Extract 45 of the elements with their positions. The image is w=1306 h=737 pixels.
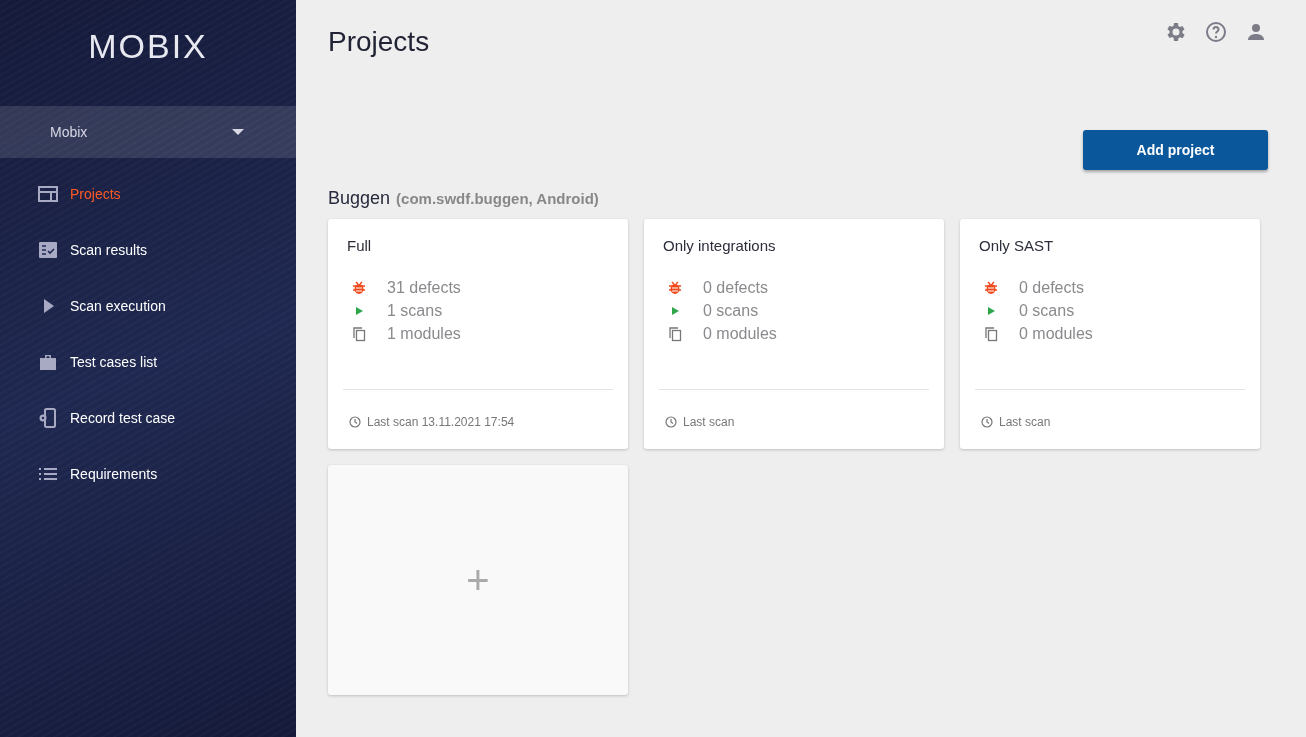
briefcase-icon xyxy=(38,352,58,372)
stat-text: 0 modules xyxy=(1019,325,1093,343)
copy-icon xyxy=(667,326,683,342)
clock-icon xyxy=(665,416,677,428)
stat-text: 1 scans xyxy=(387,302,443,320)
last-scan-text: Last scan xyxy=(683,415,735,429)
phone-gear-icon xyxy=(38,408,58,428)
nav-item[interactable]: Requirements xyxy=(0,446,296,502)
page-title: Projects xyxy=(328,26,430,58)
nav-item[interactable]: Projects xyxy=(0,166,296,222)
stat-text: 0 scans xyxy=(1019,302,1075,320)
nav-item[interactable]: Scan results xyxy=(0,222,296,278)
stat-text: 31 defects xyxy=(387,279,461,297)
nav-item[interactable]: Scan execution xyxy=(0,278,296,334)
project-card[interactable]: Only SAST 0 defects 0 scans 0 modules Last scan xyxy=(960,219,1260,449)
stat-text: 0 defects xyxy=(1019,279,1084,297)
caret-icon xyxy=(232,129,244,135)
bug-icon xyxy=(983,280,999,296)
logo: MOBIX xyxy=(88,26,208,66)
bug-icon xyxy=(667,280,683,296)
nav-item[interactable]: Test cases list xyxy=(0,334,296,390)
copy-icon xyxy=(983,326,999,342)
copy-icon xyxy=(351,326,367,342)
clock-icon xyxy=(349,416,361,428)
window-icon xyxy=(38,184,58,204)
stat-text: 0 modules xyxy=(703,325,777,343)
last-scan-text: Last scan 13.11.2021 17:54 xyxy=(367,415,515,429)
project-card[interactable]: Full 31 defects 1 scans 1 modules Last scan 13.11.2021 17:54 xyxy=(328,219,628,449)
last-scan-text: Last scan xyxy=(999,415,1051,429)
bug-icon xyxy=(351,280,367,296)
project-package: (com.swdf.buggen, Android) xyxy=(396,190,599,207)
stat-text: 0 scans xyxy=(703,302,759,320)
help-icon[interactable] xyxy=(1204,20,1228,44)
nav-item[interactable]: Record test case xyxy=(0,390,296,446)
organization-dropdown[interactable]: Mobix xyxy=(0,106,296,158)
add-project-button[interactable]: Add project xyxy=(1083,130,1268,170)
card-title: Full xyxy=(346,237,373,254)
card-title: Only SAST xyxy=(978,237,1055,254)
clock-icon xyxy=(981,416,993,428)
stat-text: 1 modules xyxy=(387,325,461,343)
checklist-icon xyxy=(38,240,58,260)
project-name: Buggen xyxy=(328,188,391,209)
stat-text: 0 defects xyxy=(703,279,768,297)
project-card[interactable]: Only integrations 0 defects 0 scans 0 modules Last scan xyxy=(644,219,944,449)
card-title: Only integrations xyxy=(662,237,777,254)
